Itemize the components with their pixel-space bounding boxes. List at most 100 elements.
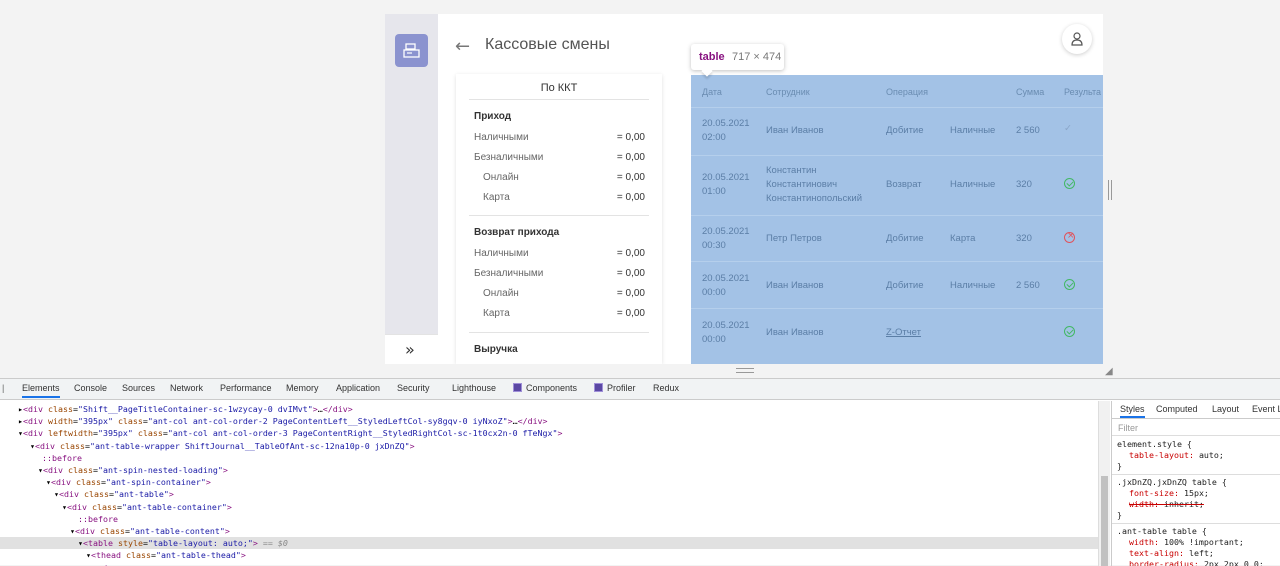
css-rule[interactable]: .jxDnZQ.jxDnZQ table {font-size: 15px; wi…	[1117, 477, 1279, 521]
column-header-date[interactable]: Дата	[702, 87, 722, 97]
cell-operation: Добитие	[886, 125, 924, 136]
dom-tree-scrollbar[interactable]	[1098, 401, 1110, 566]
cell-amount: 320	[1016, 233, 1032, 244]
divider	[1112, 523, 1280, 524]
dom-node[interactable]: ▾<div class="ant-spin-nested-loading">	[38, 464, 228, 476]
cell-employee: Константин	[766, 165, 817, 176]
dom-node[interactable]: ▸<div width="395px" class="ant-col ant-c…	[18, 415, 548, 427]
dom-node[interactable]: ▾<div class="ant-table">	[54, 488, 174, 500]
row-value: = 0,00	[616, 248, 645, 259]
divider	[469, 99, 649, 100]
column-header-amount[interactable]: Сумма	[1016, 87, 1044, 97]
cell-operation: Возврат	[886, 179, 922, 190]
kkt-summary-panel: По ККТ Приход Наличными = 0,00 Безналичн…	[456, 74, 662, 364]
tab-performance[interactable]: Performance	[220, 383, 272, 393]
dom-node[interactable]: ▾<div class="ant-table-wrapper ShiftJour…	[30, 440, 415, 452]
dom-node[interactable]: ▾<tr>	[94, 562, 119, 566]
cell-time: 01:00	[702, 186, 726, 197]
dom-node[interactable]: ▾<div leftwidth="395px" class="ant-col a…	[18, 427, 563, 439]
scrollbar-thumb[interactable]	[1101, 476, 1108, 566]
dom-node[interactable]: ::before	[78, 513, 118, 525]
dom-node[interactable]: ▾<div class="ant-table-content">	[70, 525, 230, 537]
viewport-resize-handle[interactable]	[1108, 180, 1112, 200]
cell-date: 20.05.2021	[702, 273, 750, 284]
dom-node[interactable]: ▾<div class="ant-table-container">	[62, 501, 232, 513]
dom-node[interactable]: ▾<thead class="ant-table-thead">	[86, 549, 246, 561]
inspect-icon[interactable]: |	[2, 383, 4, 393]
cell-date: 20.05.2021	[702, 320, 750, 331]
tab-sources[interactable]: Sources	[122, 383, 155, 393]
tab-elements[interactable]: Elements	[22, 383, 60, 398]
row-value: = 0,00	[616, 132, 645, 143]
header-divider	[691, 107, 1103, 108]
styles-pane: Styles Computed Layout Event L Filter el…	[1111, 401, 1280, 566]
status-ok-icon	[1064, 279, 1075, 290]
page-title: Кассовые смены	[485, 36, 610, 53]
dom-node[interactable]: ::before	[42, 452, 82, 464]
sidebar: »	[385, 14, 438, 364]
dom-tree[interactable]: ▸<div class="Shift__PageTitleContainer-s…	[0, 401, 1098, 566]
column-header-result[interactable]: Результа	[1064, 87, 1101, 97]
tab-network[interactable]: Network	[170, 383, 203, 393]
tab-event-listeners[interactable]: Event L	[1252, 404, 1280, 414]
cell-employee: Константинопольский	[766, 193, 863, 204]
tab-layout[interactable]: Layout	[1212, 404, 1239, 414]
tab-lighthouse[interactable]: Lighthouse	[452, 383, 496, 393]
devtools-drag-handle[interactable]	[736, 368, 754, 373]
row-label: Карта	[483, 308, 510, 319]
divider	[469, 332, 649, 333]
css-rule[interactable]: element.style {table-layout: auto;}	[1117, 439, 1279, 472]
row-label: Наличными	[474, 248, 529, 259]
styles-filter-input[interactable]: Filter	[1118, 423, 1138, 433]
row-value: = 0,00	[616, 152, 645, 163]
styles-tabbar: Styles Computed Layout Event L	[1112, 401, 1280, 419]
tab-components-label: Components	[526, 383, 578, 393]
cell-payment: Карта	[950, 233, 976, 244]
cell-amount: 2 560	[1016, 280, 1040, 291]
divider	[1112, 435, 1280, 436]
sidebar-expand-button[interactable]: »	[385, 334, 438, 364]
css-rule[interactable]: .ant-table table {width: 100% !important…	[1117, 526, 1279, 566]
row-label: Наличными	[474, 132, 529, 143]
column-header-operation[interactable]: Операция	[886, 87, 928, 97]
dom-node-selected[interactable]: ▾<table style="table-layout: auto;"> == …	[0, 537, 1098, 550]
user-profile-button[interactable]	[1062, 24, 1092, 54]
cash-register-logo[interactable]	[395, 34, 428, 67]
column-header-employee[interactable]: Сотрудник	[766, 87, 810, 97]
dom-node[interactable]: ▸<div class="Shift__PageTitleContainer-s…	[18, 403, 353, 415]
cell-date: 20.05.2021	[702, 172, 750, 183]
section-title-income: Приход	[474, 111, 512, 122]
tab-profiler[interactable]: Profiler	[594, 383, 636, 393]
row-value: = 0,00	[616, 192, 645, 203]
tab-components[interactable]: Components	[513, 383, 577, 393]
cell-amount: 2 560	[1016, 125, 1040, 136]
z-report-link[interactable]: Z-Отчет	[886, 326, 921, 340]
back-arrow-icon[interactable]: ←	[455, 36, 470, 57]
tab-application[interactable]: Application	[336, 383, 380, 393]
cell-time: 00:00	[702, 287, 726, 298]
cell-payment: Наличные	[950, 125, 996, 136]
row-value: = 0,00	[616, 288, 645, 299]
row-divider	[691, 155, 1103, 156]
cell-payment: Наличные	[950, 179, 996, 190]
section-title-refund: Возврат прихода	[474, 227, 560, 238]
tooltip-tag: table	[699, 51, 725, 63]
tab-styles[interactable]: Styles	[1120, 404, 1145, 418]
row-label: Онлайн	[483, 288, 519, 299]
resize-corner-icon[interactable]: ◢	[1105, 366, 1113, 377]
row-divider	[691, 215, 1103, 216]
tab-memory[interactable]: Memory	[286, 383, 319, 393]
shift-journal-table: Дата Сотрудник Операция Сумма Результа 2…	[691, 75, 1103, 364]
tab-computed[interactable]: Computed	[1156, 404, 1198, 414]
cell-date: 20.05.2021	[702, 226, 750, 237]
row-value: = 0,00	[616, 172, 645, 183]
tab-redux[interactable]: Redux	[653, 383, 679, 393]
row-divider	[691, 261, 1103, 262]
cell-operation: Добитие	[886, 233, 924, 244]
tab-console[interactable]: Console	[74, 383, 107, 393]
tab-security[interactable]: Security	[397, 383, 430, 393]
chevron-double-right-icon: »	[405, 340, 415, 359]
element-inspect-tooltip: table 717 × 474	[691, 44, 784, 70]
cell-employee: Иван Иванов	[766, 280, 824, 291]
dom-node[interactable]: ▾<div class="ant-spin-container">	[46, 476, 211, 488]
